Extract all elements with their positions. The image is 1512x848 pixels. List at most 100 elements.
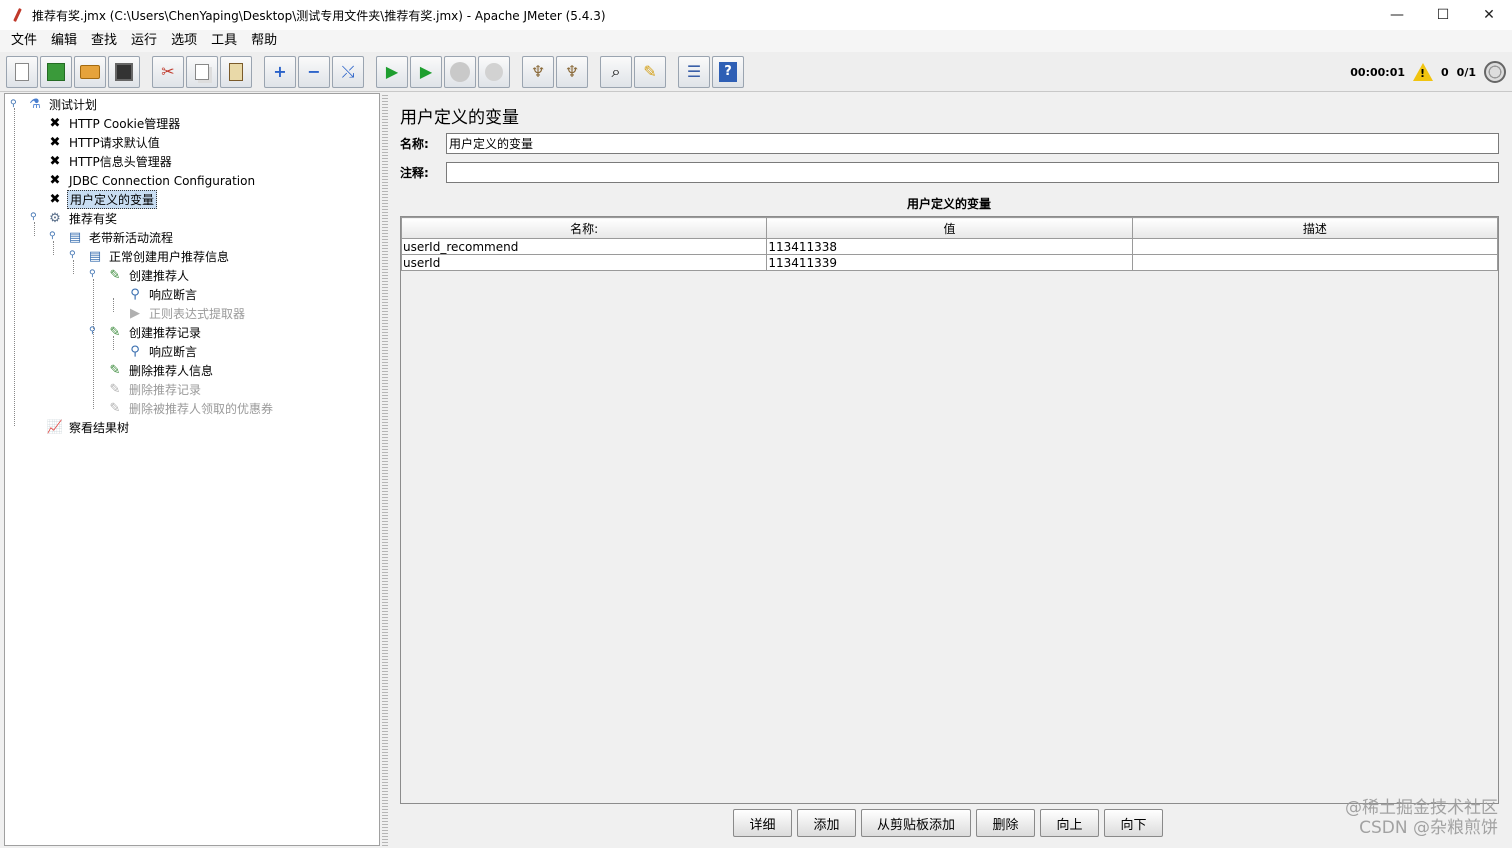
start-no-pause-button[interactable]: ▶ <box>410 55 442 88</box>
plus-icon: + <box>273 61 287 81</box>
maximize-button[interactable]: ☐ <box>1420 0 1466 30</box>
reset-search-button[interactable]: ✎ <box>634 55 666 88</box>
column-header-description[interactable]: 描述 <box>1131 217 1499 239</box>
name-label: 名称: <box>400 137 429 151</box>
tree-node-http-defaults[interactable]: ✖ HTTP请求默认值 <box>47 133 162 152</box>
cell-description[interactable] <box>1131 238 1499 255</box>
listener-chart-icon: 📈 <box>46 420 64 435</box>
menu-run[interactable]: 运行 <box>124 30 164 52</box>
comment-input[interactable] <box>446 162 1499 183</box>
tree-node-regex-extractor[interactable]: ▶ 正则表达式提取器 <box>127 304 247 323</box>
sampler-pipette-icon: ✎ <box>109 325 121 340</box>
cut-button[interactable]: ✂ <box>152 55 184 88</box>
panel-splitter[interactable] <box>382 93 388 846</box>
tree-node-delete-coupons[interactable]: ✎ 删除被推荐人领取的优惠券 <box>107 399 275 418</box>
table-header-row: 名称: 值 描述 <box>400 217 1499 239</box>
tree-node-user-variables[interactable]: ✖ 用户定义的变量 <box>47 190 158 209</box>
stop-icon <box>450 61 470 82</box>
tree-node-header-manager[interactable]: ✖ HTTP信息头管理器 <box>47 152 174 171</box>
menu-search[interactable]: 查找 <box>84 30 124 52</box>
tree-node-test-plan[interactable]: ⚗ 测试计划 <box>27 95 99 114</box>
menu-help[interactable]: 帮助 <box>244 30 284 52</box>
detail-button[interactable]: 详细 <box>733 809 792 837</box>
extractor-icon: ▶ <box>130 306 140 321</box>
clear-all-button[interactable]: ♆ <box>556 55 588 88</box>
cell-name[interactable]: userId_recommend <box>400 238 768 255</box>
help-button[interactable]: ? <box>712 55 744 88</box>
stop-button[interactable] <box>444 55 476 88</box>
open-folder-icon <box>80 64 100 79</box>
menu-tools[interactable]: 工具 <box>204 30 244 52</box>
tree-node-results-tree[interactable]: 📈 察看结果树 <box>47 418 131 437</box>
expand-toggle-icon[interactable]: ⚲ <box>49 231 56 241</box>
config-wrench-icon: ✖ <box>49 192 61 207</box>
collapse-all-button[interactable]: − <box>298 55 330 88</box>
move-down-button[interactable]: 向下 <box>1104 809 1163 837</box>
paste-button[interactable] <box>220 55 252 88</box>
tree-node-response-assertion-2[interactable]: ⚲ 响应断言 <box>127 342 199 361</box>
table-row[interactable]: userId 113411339 <box>400 254 1499 271</box>
open-button[interactable] <box>74 55 106 88</box>
watermark-line-2: CSDN @杂粮煎饼 <box>1359 818 1498 838</box>
column-header-name[interactable]: 名称: <box>400 217 768 239</box>
tree-node-cookie-manager[interactable]: ✖ HTTP Cookie管理器 <box>47 114 182 133</box>
variables-table: 名称: 值 描述 userId_recommend 113411338 user… <box>400 217 1499 271</box>
templates-button[interactable] <box>40 55 72 88</box>
status-area: 00:00:01 0 0/1 <box>1350 52 1506 92</box>
save-button[interactable] <box>108 55 140 88</box>
tree-node-delete-record[interactable]: ✎ 删除推荐记录 <box>107 380 203 399</box>
warning-count: 0 <box>1441 65 1449 79</box>
shutdown-button[interactable] <box>478 55 510 88</box>
brush-icon: ✎ <box>643 61 657 81</box>
toolbar: ✂ + − ⤯ ▶ ▶ ♆ ♆ ⌕ ✎ ☰ ? 00:00:01 0 0/1 <box>0 52 1512 92</box>
cell-name[interactable]: userId <box>400 254 768 271</box>
tree-node-create-referrer[interactable]: ✎ 创建推荐人 <box>107 266 191 285</box>
add-from-clipboard-button[interactable]: 从剪贴板添加 <box>861 809 971 837</box>
function-helper-button[interactable]: ☰ <box>678 55 710 88</box>
name-input[interactable] <box>446 133 1499 154</box>
help-book-icon: ? <box>719 61 737 82</box>
search-button[interactable]: ⌕ <box>600 55 632 88</box>
toggle-wand-icon: ⤯ <box>341 61 355 81</box>
column-header-value[interactable]: 值 <box>766 217 1133 239</box>
expand-toggle-icon[interactable]: ⚲ <box>89 326 96 336</box>
clear-button[interactable]: ♆ <box>522 55 554 88</box>
tree-node-delete-referrer[interactable]: ✎ 删除推荐人信息 <box>107 361 215 380</box>
minus-icon: − <box>307 61 321 81</box>
add-button[interactable]: 添加 <box>797 809 856 837</box>
expand-toggle-icon[interactable]: ⚲ <box>30 212 37 222</box>
copy-button[interactable] <box>186 55 218 88</box>
toggle-button[interactable]: ⤯ <box>332 55 364 88</box>
tree-node-jdbc-config[interactable]: ✖ JDBC Connection Configuration <box>47 171 257 190</box>
cell-value[interactable]: 113411338 <box>766 238 1133 255</box>
tree-node-create-record[interactable]: ✎ 创建推荐记录 <box>107 323 203 342</box>
tree-node-thread-group[interactable]: ⚙ 推荐有奖 <box>47 209 119 228</box>
tree-node-simple-controller[interactable]: ▤ 正常创建用户推荐信息 <box>87 247 231 266</box>
comment-row: 注释: <box>400 162 1499 183</box>
tree-node-transaction-controller[interactable]: ▤ 老带新活动流程 <box>67 228 175 247</box>
close-button[interactable]: ✕ <box>1466 0 1512 30</box>
delete-button[interactable]: 删除 <box>976 809 1035 837</box>
table-row[interactable]: userId_recommend 113411338 <box>400 238 1499 255</box>
expand-toggle-icon[interactable]: ⚲ <box>10 99 17 109</box>
move-up-button[interactable]: 向上 <box>1040 809 1099 837</box>
warning-icon[interactable] <box>1413 63 1434 81</box>
expand-toggle-icon[interactable]: ⚲ <box>89 269 96 279</box>
menu-edit[interactable]: 编辑 <box>44 30 84 52</box>
magnifier-icon: ⚲ <box>130 287 140 302</box>
new-button[interactable] <box>6 55 38 88</box>
expand-toggle-icon[interactable]: ⚲ <box>69 250 76 260</box>
minimize-button[interactable]: — <box>1374 0 1420 30</box>
tree-node-response-assertion[interactable]: ⚲ 响应断言 <box>127 285 199 304</box>
shutdown-icon <box>485 62 503 81</box>
expand-all-button[interactable]: + <box>264 55 296 88</box>
cell-description[interactable] <box>1131 254 1499 271</box>
menu-options[interactable]: 选项 <box>164 30 204 52</box>
list-icon: ☰ <box>686 61 702 81</box>
active-threads: 0/1 <box>1456 65 1476 79</box>
config-wrench-icon: ✖ <box>49 135 61 150</box>
start-button[interactable]: ▶ <box>376 55 408 88</box>
window-title: 推荐有奖.jmx (C:\Users\ChenYaping\Desktop\测试… <box>32 8 606 23</box>
cell-value[interactable]: 113411339 <box>766 254 1133 271</box>
menu-file[interactable]: 文件 <box>4 30 44 52</box>
